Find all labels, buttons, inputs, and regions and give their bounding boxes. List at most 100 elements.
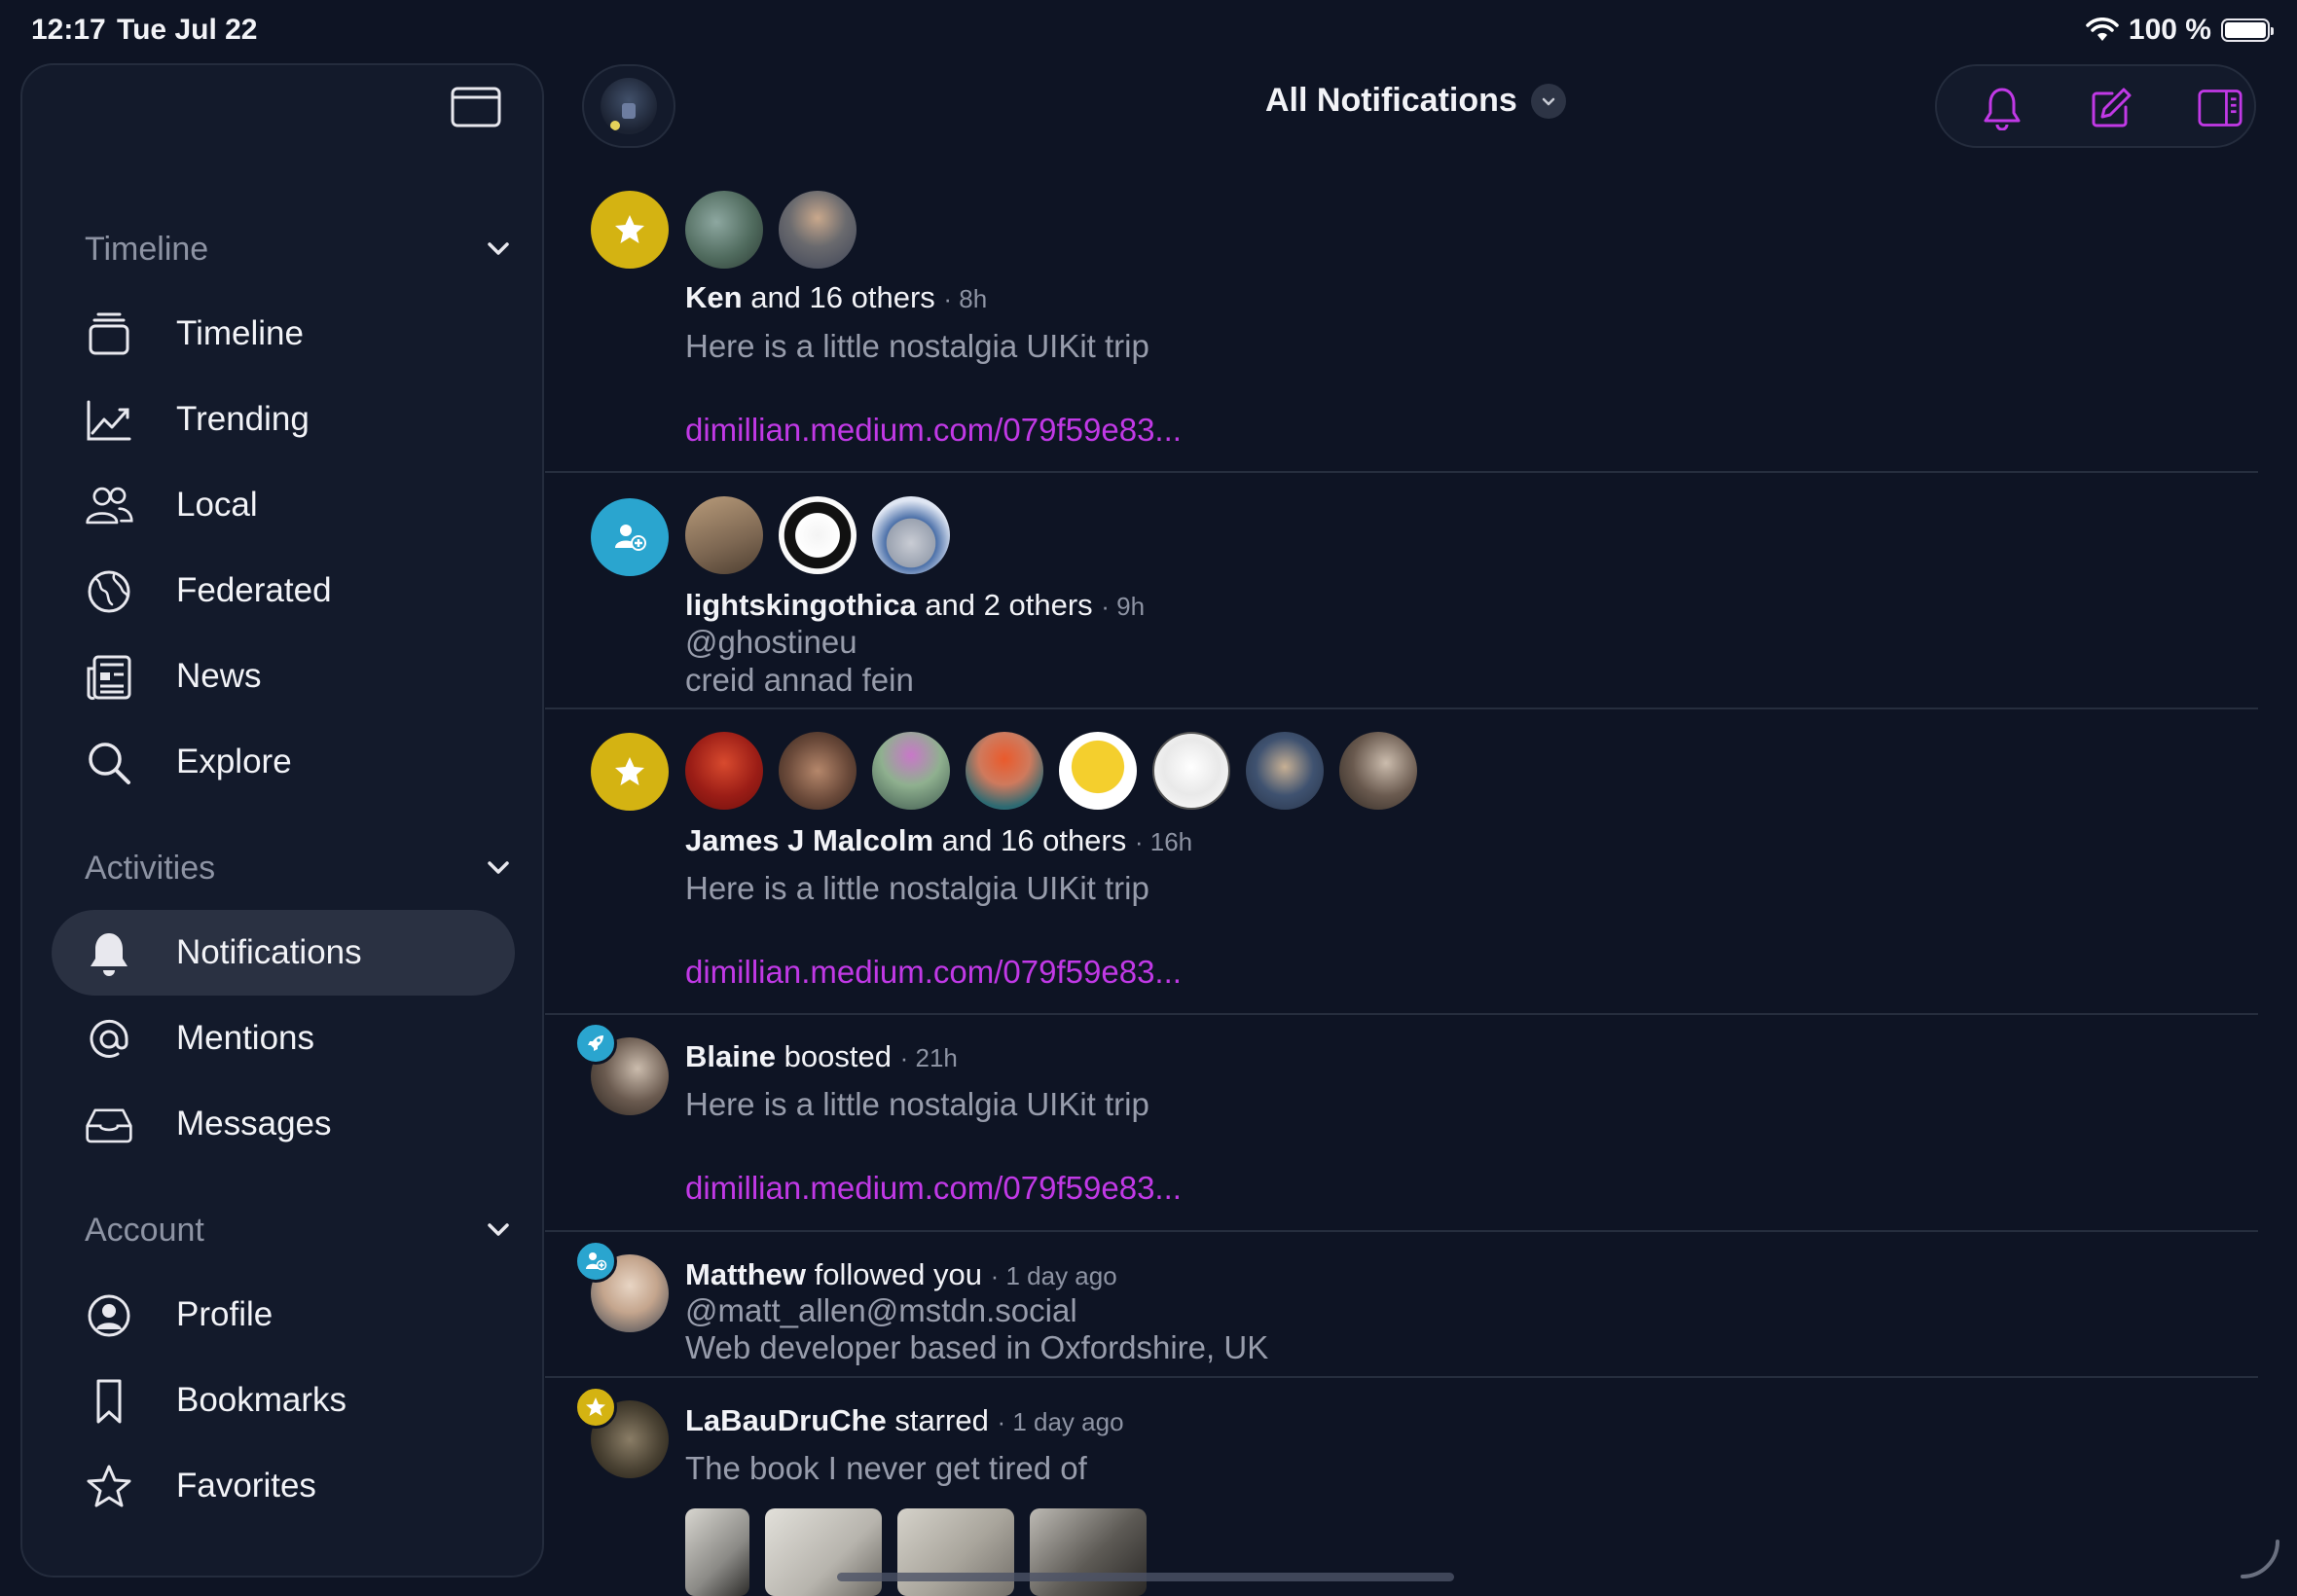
actor-name[interactable]: Ken [685, 280, 743, 314]
timestamp: · 16h [1134, 827, 1193, 856]
page-title: All Notifications [1265, 82, 1517, 119]
sidebar-item-label: Bookmarks [176, 1381, 347, 1419]
sidebar-item-profile[interactable]: Profile [52, 1272, 515, 1358]
chevron-down-icon [488, 861, 509, 874]
bell-icon[interactable] [1980, 86, 2024, 130]
star-badge-icon [591, 191, 669, 269]
notification-meta: James J Malcolm and 16 others · 16h [685, 823, 1192, 858]
divider [545, 1230, 2258, 1232]
post-link[interactable]: dimillian.medium.com/079f59e83... [685, 954, 1182, 991]
section-header-timeline[interactable]: Timeline [85, 228, 513, 271]
battery-icon [2221, 18, 2274, 42]
actor-name[interactable]: Blaine [685, 1039, 776, 1073]
sidebar-item-label: Favorites [176, 1467, 316, 1505]
notification-meta: LaBauDruChe starred · 1 day ago [685, 1403, 1124, 1438]
notifications-filter-menu[interactable]: All Notifications [1265, 82, 1566, 120]
action-text: starred [894, 1403, 989, 1437]
avatar[interactable] [685, 496, 763, 574]
divider [545, 471, 2258, 473]
avatar[interactable] [685, 732, 763, 810]
media-thumbnail[interactable] [765, 1508, 882, 1596]
sidebar-item-messages[interactable]: Messages [52, 1081, 515, 1167]
boost-rocket-icon [574, 1022, 617, 1065]
others-count: and 16 others [750, 280, 935, 314]
sidebar-item-mentions[interactable]: Mentions [52, 996, 515, 1081]
avatar[interactable] [779, 732, 857, 810]
sidebar-item-label: Messages [176, 1105, 332, 1143]
people-icon [85, 482, 133, 530]
sidebar: Timeline Timeline Trending Local Federat… [20, 63, 544, 1578]
timestamp: · 1 day ago [997, 1407, 1124, 1436]
divider [545, 707, 2258, 709]
media-thumbnail[interactable] [1030, 1508, 1147, 1596]
avatar[interactable] [1339, 732, 1417, 810]
sidebar-item-label: Mentions [176, 1019, 315, 1057]
sidebar-item-news[interactable]: News [52, 634, 515, 719]
notification-meta: lightskingothica and 2 others · 9h [685, 588, 1145, 623]
status-time: 12:17 [31, 14, 106, 46]
at-icon [85, 1015, 133, 1064]
avatar[interactable] [779, 191, 857, 269]
compose-icon[interactable] [2089, 86, 2133, 130]
post-link[interactable]: dimillian.medium.com/079f59e83... [685, 412, 1182, 449]
person-circle-icon [85, 1291, 133, 1340]
actor-name[interactable]: James J Malcolm [685, 823, 933, 857]
sidebar-item-federated[interactable]: Federated [52, 548, 515, 634]
avatar[interactable] [872, 732, 950, 810]
divider [545, 1013, 2258, 1015]
sidebar-item-bookmarks[interactable]: Bookmarks [52, 1358, 515, 1443]
section-header-account[interactable]: Account [85, 1209, 513, 1251]
star-icon [85, 1463, 133, 1511]
avatar[interactable] [872, 496, 950, 574]
post-text: Here is a little nostalgia UIKit trip [685, 1086, 1149, 1122]
timestamp: · 1 day ago [990, 1261, 1117, 1290]
media-thumbnail[interactable] [897, 1508, 1014, 1596]
chevron-down-icon [1530, 83, 1566, 119]
avatar[interactable] [1059, 732, 1137, 810]
actor-name[interactable]: Matthew [685, 1257, 806, 1291]
post-text: The book I never get tired of [685, 1450, 1087, 1486]
sidebar-item-notifications[interactable]: Notifications [52, 910, 515, 996]
avatar[interactable] [1152, 732, 1230, 810]
sidebar-item-label: Timeline [176, 314, 304, 352]
timestamp: · 8h [943, 284, 988, 313]
bell-icon [85, 929, 133, 978]
media-thumbnail[interactable] [685, 1508, 749, 1596]
avatar[interactable] [966, 732, 1043, 810]
resize-handle-icon[interactable] [2239, 1538, 2281, 1580]
post-text: Here is a little nostalgia UIKit trip [685, 870, 1149, 906]
follow-badge-icon [574, 1240, 617, 1283]
post-text: Here is a little nostalgia UIKit trip [685, 328, 1149, 364]
sidebar-item-explore[interactable]: Explore [52, 719, 515, 805]
sidebar-right-icon[interactable] [2198, 86, 2242, 130]
avatar[interactable] [779, 496, 857, 574]
sidebar-item-local[interactable]: Local [52, 462, 515, 548]
action-text: followed you [814, 1257, 982, 1291]
section-header-activities[interactable]: Activities [85, 847, 513, 889]
sidebar-item-label: Trending [176, 400, 310, 438]
avatar[interactable] [685, 191, 763, 269]
divider [545, 1376, 2258, 1378]
sidebar-item-timeline[interactable]: Timeline [52, 291, 515, 377]
star-badge-icon [591, 733, 669, 811]
sidebar-item-label: Explore [176, 743, 292, 780]
sidebar-toggle-icon[interactable] [451, 87, 501, 127]
section-title: Activities [85, 849, 216, 887]
wifi-icon [2086, 18, 2119, 41]
timestamp: · 9h [1101, 592, 1146, 621]
notification-meta: Blaine boosted · 21h [685, 1039, 958, 1074]
post-link[interactable]: dimillian.medium.com/079f59e83... [685, 1170, 1182, 1207]
avatar[interactable] [1246, 732, 1324, 810]
chevron-down-icon [488, 242, 509, 255]
search-icon [85, 739, 133, 787]
account-avatar-button[interactable] [582, 64, 675, 148]
sidebar-item-label: News [176, 657, 262, 695]
sidebar-item-label: Local [176, 486, 258, 524]
sidebar-item-favorites[interactable]: Favorites [52, 1443, 515, 1529]
scroll-indicator[interactable] [837, 1573, 1454, 1581]
actor-name[interactable]: lightskingothica [685, 588, 917, 622]
sidebar-item-label: Profile [176, 1295, 273, 1333]
actor-name[interactable]: LaBauDruChe [685, 1403, 887, 1437]
sidebar-item-trending[interactable]: Trending [52, 377, 515, 462]
account-handle: @ghostineu [685, 624, 857, 660]
